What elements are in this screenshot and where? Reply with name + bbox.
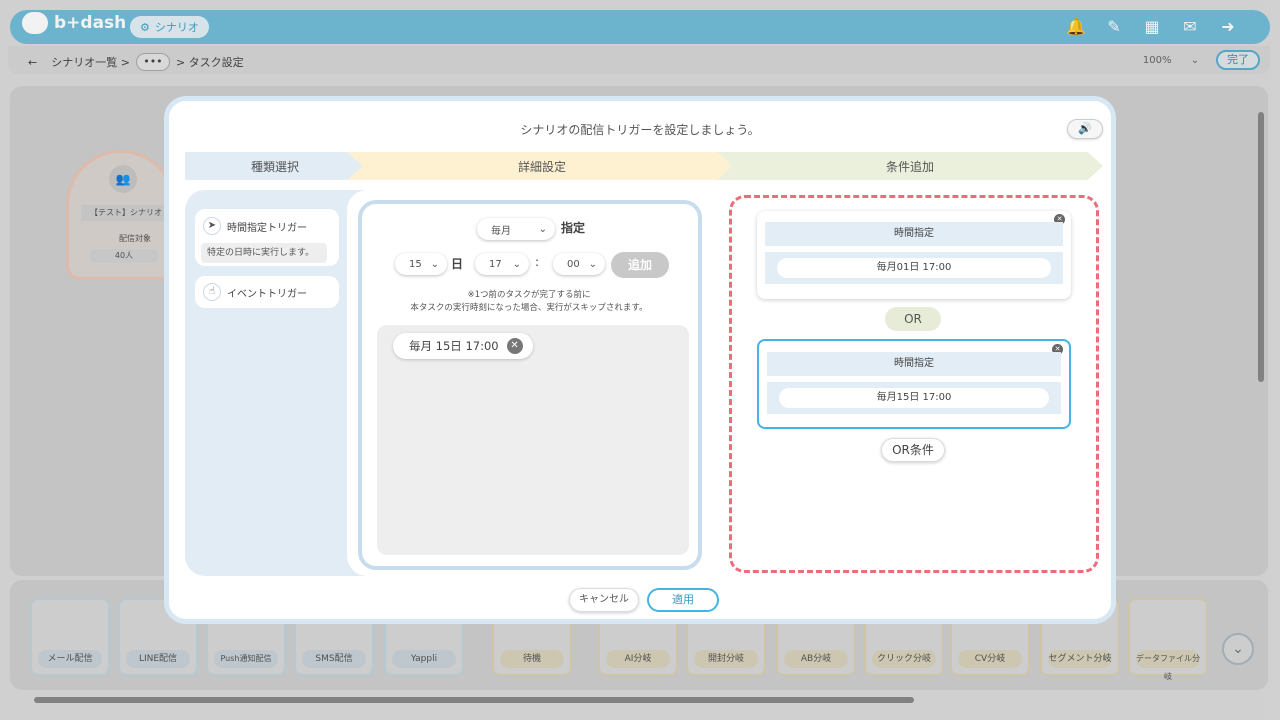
pointer-hand-icon: ☝ xyxy=(203,283,221,301)
condition-header: 時間指定 xyxy=(765,222,1063,246)
frequency-value: 毎月 xyxy=(491,225,511,237)
chevron-down-icon: ⌄ xyxy=(512,258,521,270)
trigger-modal: シナリオの配信トリガーを設定しましょう。 🔊 種類選択 詳細設定 条件追加 ➤ … xyxy=(164,96,1116,624)
specify-label: 指定 xyxy=(561,221,586,235)
step-label: 条件追加 xyxy=(885,159,934,174)
minute-select[interactable]: 00 ⌄ xyxy=(553,253,605,275)
step-label: 種類選択 xyxy=(250,159,299,174)
condition-value: 毎月01日 17:00 xyxy=(777,258,1051,278)
selected-times-list xyxy=(377,325,689,555)
day-value: 15 xyxy=(409,258,422,270)
chevron-down-icon: ⌄ xyxy=(538,223,547,235)
condition-body: 毎月01日 17:00 xyxy=(765,252,1063,284)
condition-header: 時間指定 xyxy=(767,352,1061,376)
speaker-icon[interactable]: 🔊 xyxy=(1067,119,1103,139)
send-arrow-icon: ➤ xyxy=(203,217,221,235)
condition-card-selected[interactable]: ✕ 時間指定 毎月15日 17:00 xyxy=(757,339,1071,429)
modal-title: シナリオの配信トリガーを設定しましょう。 xyxy=(520,123,760,137)
event-trigger-option[interactable]: ☝ イベントトリガー xyxy=(195,276,339,308)
day-unit-label: 日 xyxy=(451,257,464,271)
frequency-select[interactable]: 毎月 ⌄ xyxy=(477,218,555,240)
skip-note: ※1つ前のタスクが完了する前に 本タスクの実行時刻になった場合、実行がスキップさ… xyxy=(369,289,689,315)
time-trigger-label: 時間指定トリガー xyxy=(227,222,307,234)
remove-icon[interactable]: ✕ xyxy=(506,338,523,354)
step-add-condition: 条件追加 xyxy=(717,152,1103,180)
condition-body: 毎月15日 17:00 xyxy=(767,382,1061,414)
step-label: 詳細設定 xyxy=(517,159,566,174)
hour-select[interactable]: 17 ⌄ xyxy=(475,253,529,275)
or-condition-button[interactable]: OR条件 xyxy=(881,438,945,462)
event-trigger-label: イベントトリガー xyxy=(227,288,307,300)
selected-time-label: 毎月 15日 17:00 xyxy=(409,339,499,353)
note-line: 本タスクの実行時刻になった場合、実行がスキップされます。 xyxy=(410,303,648,313)
cancel-button[interactable]: キャンセル xyxy=(569,588,639,612)
time-colon: : xyxy=(535,255,540,269)
or-label: OR xyxy=(885,307,941,331)
chevron-down-icon: ⌄ xyxy=(430,258,439,270)
condition-card[interactable]: ✕ 時間指定 毎月01日 17:00 xyxy=(757,211,1071,299)
add-button[interactable]: 追加 xyxy=(611,252,669,278)
step-type-select: 種類選択 xyxy=(185,152,365,180)
condition-value: 毎月15日 17:00 xyxy=(779,388,1049,408)
time-trigger-option[interactable]: ➤ 時間指定トリガー 特定の日時に実行します。 xyxy=(195,209,339,266)
hour-value: 17 xyxy=(489,258,502,270)
day-select[interactable]: 15 ⌄ xyxy=(395,253,447,275)
selected-time-tag: 毎月 15日 17:00 ✕ xyxy=(393,333,533,359)
step-detail-settings: 詳細設定 xyxy=(347,152,737,180)
time-trigger-description: 特定の日時に実行します。 xyxy=(201,243,327,263)
apply-button[interactable]: 適用 xyxy=(647,588,719,612)
chevron-down-icon: ⌄ xyxy=(588,258,597,270)
note-line: ※1つ前のタスクが完了する前に xyxy=(467,290,591,300)
minute-value: 00 xyxy=(567,258,580,270)
